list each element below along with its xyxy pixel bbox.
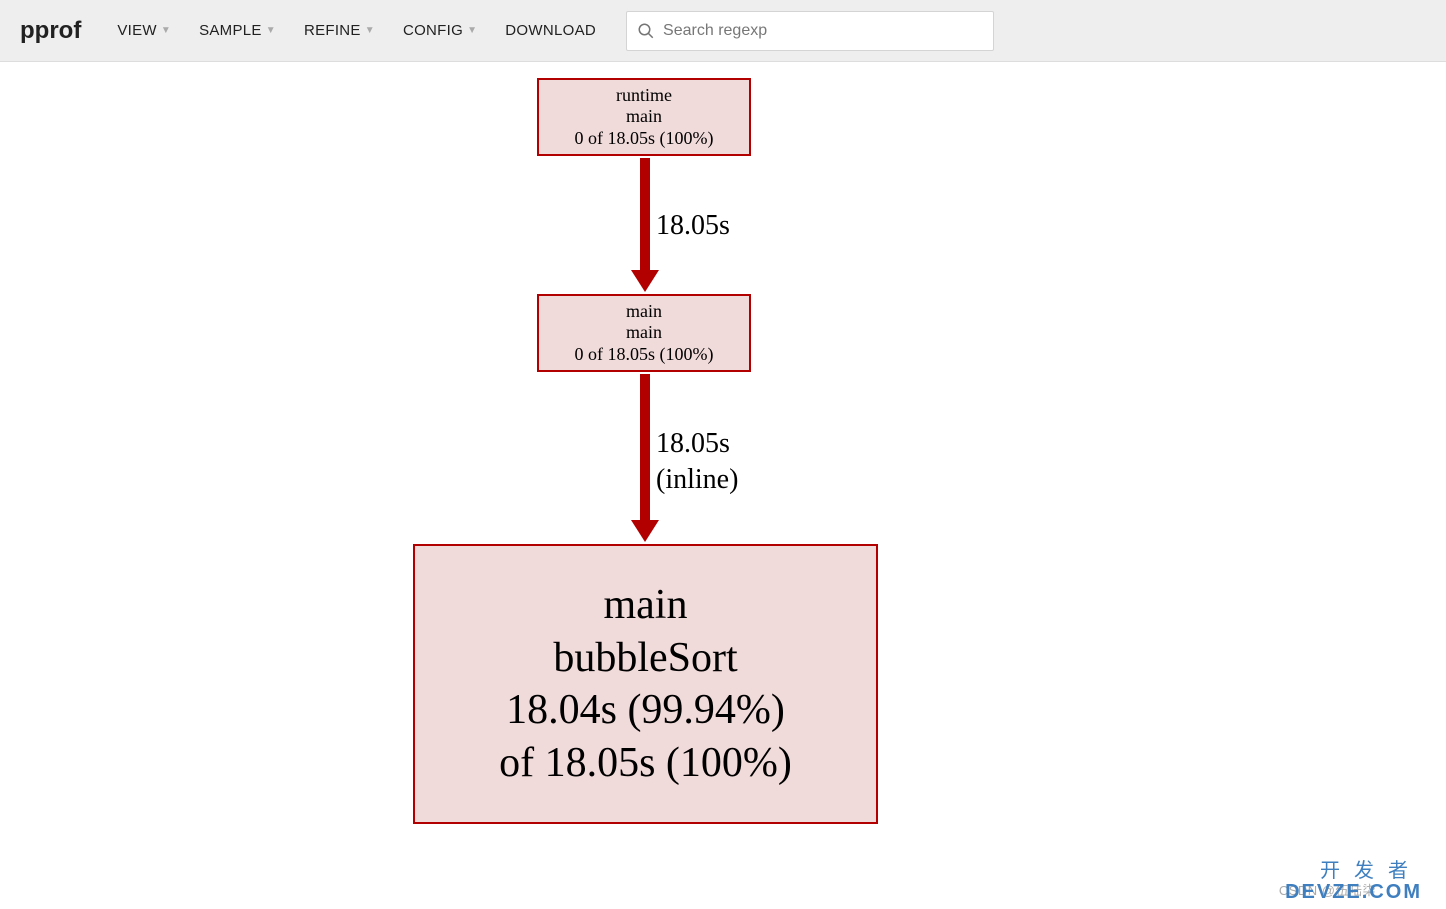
search-icon (637, 22, 655, 40)
watermark-devze-line1: 开发者 (1285, 861, 1422, 882)
node-package: main (626, 301, 662, 323)
call-graph[interactable]: runtime main 0 of 18.05s (100%) 18.05s m… (0, 62, 1446, 909)
menu-view[interactable]: VIEW ▼ (105, 14, 183, 47)
node-func: bubbleSort (553, 632, 737, 685)
graph-node-main-bubblesort[interactable]: main bubbleSort 18.04s (99.94%) of 18.05… (413, 544, 878, 824)
chevron-down-icon: ▼ (266, 25, 276, 36)
graph-edge (640, 374, 650, 522)
search-box[interactable] (626, 11, 994, 51)
menu-config[interactable]: CONFIG ▼ (391, 14, 489, 47)
arrow-down-icon (631, 270, 659, 292)
menu-refine-label: REFINE (304, 22, 361, 39)
menu-sample-label: SAMPLE (199, 22, 262, 39)
node-stat: 18.04s (99.94%) (506, 684, 785, 737)
arrow-down-icon (631, 520, 659, 542)
chevron-down-icon: ▼ (365, 25, 375, 36)
search-input[interactable] (663, 22, 983, 40)
brand-label: pprof (20, 17, 81, 45)
node-func: main (626, 322, 662, 344)
node-stat: of 18.05s (100%) (499, 737, 792, 790)
node-func: main (626, 106, 662, 128)
edge-weight-label: 18.05s (656, 428, 730, 460)
watermark-devze: 开发者 DEVZE.COM (1285, 861, 1422, 903)
menu-config-label: CONFIG (403, 22, 463, 39)
menu-download[interactable]: DOWNLOAD (493, 14, 608, 47)
watermark-devze-line2: DEVZE.COM (1285, 882, 1422, 903)
menu-sample[interactable]: SAMPLE ▼ (187, 14, 288, 47)
graph-node-runtime-main[interactable]: runtime main 0 of 18.05s (100%) (537, 78, 751, 156)
graph-edge (640, 158, 650, 272)
node-package: runtime (616, 85, 672, 107)
toolbar: pprof VIEW ▼ SAMPLE ▼ REFINE ▼ CONFIG ▼ … (0, 0, 1446, 62)
menu-refine[interactable]: REFINE ▼ (292, 14, 387, 47)
menu-download-label: DOWNLOAD (505, 22, 596, 39)
edge-inline-label: (inline) (656, 464, 738, 496)
menu-view-label: VIEW (117, 22, 157, 39)
chevron-down-icon: ▼ (467, 25, 477, 36)
node-stat: 0 of 18.05s (100%) (575, 344, 714, 366)
graph-node-main-main[interactable]: main main 0 of 18.05s (100%) (537, 294, 751, 372)
chevron-down-icon: ▼ (161, 25, 171, 36)
node-stat: 0 of 18.05s (100%) (575, 128, 714, 150)
edge-weight-label: 18.05s (656, 210, 730, 242)
node-package: main (604, 579, 688, 632)
